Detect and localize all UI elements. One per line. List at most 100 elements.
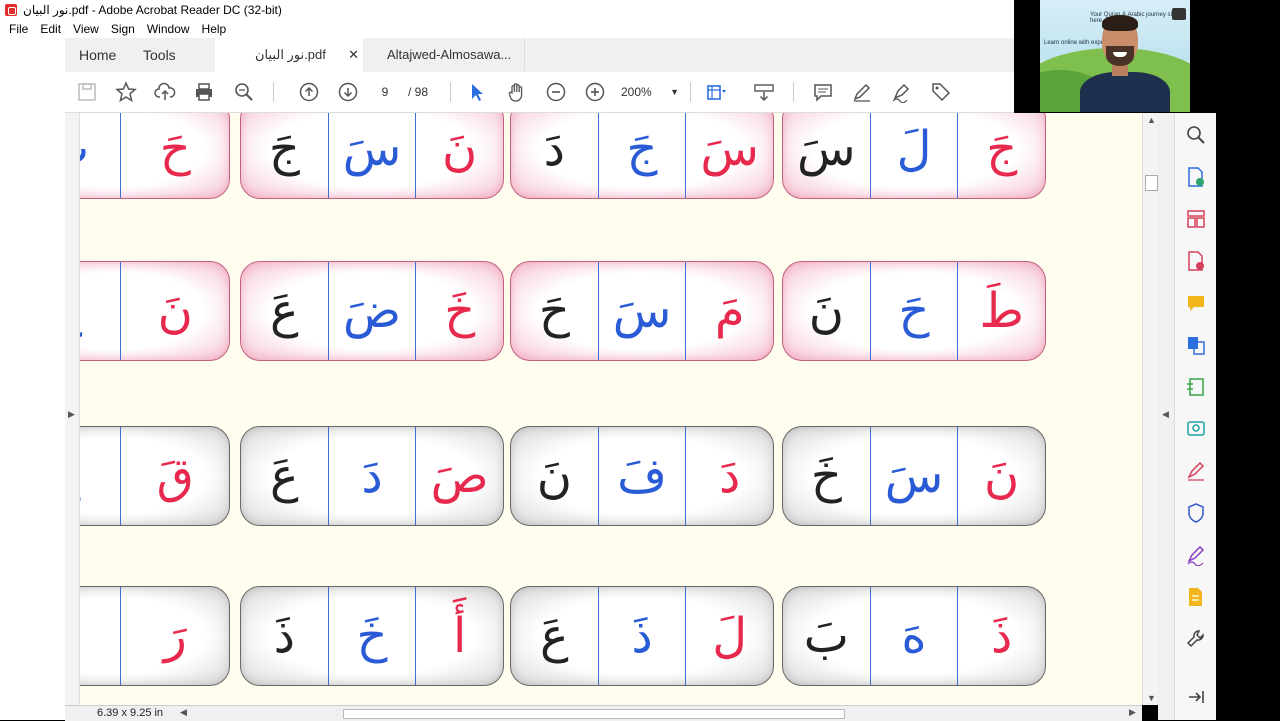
letter-cell: خَ	[415, 262, 503, 360]
letter-cell: نَ	[120, 262, 229, 360]
tab-tools[interactable]: Tools	[143, 38, 176, 72]
letter-cell: حَ	[869, 262, 958, 360]
search-icon[interactable]	[1184, 123, 1208, 147]
letter-cell: بَ	[80, 113, 120, 198]
letter-cell: سَ	[597, 262, 686, 360]
scroll-right-icon[interactable]: ▶	[1129, 707, 1136, 718]
more-tools-wrench-icon[interactable]	[1184, 627, 1208, 651]
document-viewer[interactable]: بَحَجَسَنَدَجَسَسَلَجَخَنَعَضَخَحَسَمَنَ…	[80, 113, 1142, 705]
prepare-form-icon[interactable]	[1184, 585, 1208, 609]
send-for-review-icon[interactable]	[1184, 417, 1208, 441]
presenter-hair	[1102, 15, 1138, 31]
save-icon[interactable]	[75, 80, 99, 104]
toolbar-separator	[450, 82, 451, 102]
combine-files-icon[interactable]	[1184, 333, 1208, 357]
tab-bar: Home Tools نور البيان.pdf ✕ Altajwed-Alm…	[65, 38, 1014, 73]
scroll-up-icon[interactable]: ▲	[1147, 115, 1156, 125]
letter-cell: ضَ	[327, 262, 416, 360]
chevron-down-icon: ▼	[670, 87, 679, 97]
menu-window[interactable]: Window	[147, 22, 190, 36]
search-zoom-icon[interactable]	[232, 80, 256, 104]
acrobat-app-icon	[5, 4, 17, 16]
horizontal-scroll-thumb[interactable]	[343, 709, 845, 719]
chevron-right-icon[interactable]: ▶	[68, 409, 75, 420]
print-icon[interactable]	[192, 80, 216, 104]
letter-cell: ذَ	[597, 587, 686, 685]
close-tab-icon[interactable]: ✕	[348, 47, 359, 63]
letter-cell: دَ	[327, 427, 416, 525]
letter-card: عَ ذَ لَ	[510, 586, 774, 686]
fit-page-icon[interactable]	[703, 80, 727, 104]
highlight-pen-icon[interactable]	[850, 80, 874, 104]
left-navigation-pane-toggle[interactable]: ▶	[65, 113, 80, 705]
menu-view[interactable]: View	[73, 22, 99, 36]
zoom-in-icon[interactable]	[583, 80, 607, 104]
tab-home[interactable]: Home	[79, 38, 116, 72]
chevron-left-icon[interactable]: ◀	[1162, 409, 1169, 420]
scroll-down-icon[interactable]: ▼	[1147, 693, 1156, 703]
letter-cell: نَ	[415, 113, 503, 198]
protect-shield-icon[interactable]	[1184, 501, 1208, 525]
acrobat-window: نور البيان.pdf - Adobe Acrobat Reader DC…	[0, 0, 1142, 721]
letter-cell: رَ	[120, 587, 229, 685]
scroll-left-icon[interactable]: ◀	[180, 707, 187, 718]
menu-help[interactable]: Help	[202, 22, 227, 36]
create-pdf-icon[interactable]	[1184, 249, 1208, 273]
hand-tool-icon[interactable]	[505, 80, 529, 104]
letter-card: سَ لَ جَ	[782, 113, 1046, 199]
letter-cell: دَ	[685, 427, 773, 525]
sign-pen-icon[interactable]	[889, 80, 913, 104]
letter-cell: عَ	[270, 448, 299, 504]
letter-cell: نَ	[536, 448, 572, 504]
select-cursor-icon[interactable]	[465, 80, 489, 104]
window-title: نور البيان.pdf - Adobe Acrobat Reader DC…	[23, 3, 282, 17]
tab-document-active[interactable]: نور البيان.pdf ✕	[215, 38, 363, 72]
letter-cell: عَ	[80, 427, 120, 525]
letter-card: ذَ خَ أَ	[240, 586, 504, 686]
letter-cell: خَ	[810, 448, 842, 504]
window-left-area	[0, 38, 65, 720]
title-bar: نور البيان.pdf - Adobe Acrobat Reader DC…	[0, 0, 1014, 20]
letter-cell: سَ	[869, 427, 958, 525]
zoom-level-dropdown[interactable]: 200% ▼	[621, 83, 683, 101]
bookmark-star-icon[interactable]	[114, 80, 138, 104]
keyboard-scroll-icon[interactable]	[752, 80, 776, 104]
menu-sign[interactable]: Sign	[111, 22, 135, 36]
fill-sign-icon[interactable]	[1184, 459, 1208, 483]
tag-more-tools-icon[interactable]	[929, 80, 953, 104]
letter-card: نَ فَ دَ	[510, 426, 774, 526]
letter-cell: زَ	[80, 587, 120, 685]
cloud-upload-icon[interactable]	[153, 80, 177, 104]
organize-pages-icon[interactable]	[1184, 207, 1208, 231]
page-number-input[interactable]: 9	[372, 83, 398, 101]
letter-cell: نَ	[808, 283, 844, 339]
toolbar-separator	[793, 82, 794, 102]
letter-cell: خَ	[327, 587, 416, 685]
letter-cell: نَ	[957, 427, 1045, 525]
letter-cell: جَ	[597, 113, 686, 198]
collapse-pane-icon[interactable]	[1184, 685, 1208, 709]
vertical-scrollbar[interactable]: ▲ ▼	[1142, 113, 1159, 705]
export-pdf-icon[interactable]	[1184, 165, 1208, 189]
tab-document-2[interactable]: Altajwed-Almosawa...	[365, 38, 525, 71]
letter-card: عَقَ	[80, 426, 230, 526]
presenter-body	[1080, 72, 1170, 112]
previous-page-icon[interactable]	[297, 80, 321, 104]
vertical-scroll-thumb[interactable]	[1145, 175, 1158, 191]
right-pane-toggle[interactable]: ◀	[1158, 113, 1174, 720]
menu-file[interactable]: File	[9, 22, 28, 36]
request-signature-icon[interactable]	[1184, 543, 1208, 567]
add-comment-icon[interactable]	[1184, 291, 1208, 315]
zoom-out-icon[interactable]	[544, 80, 568, 104]
letter-cell: حَ	[120, 113, 229, 198]
letter-cell: عَ	[270, 283, 299, 339]
compress-pdf-icon[interactable]	[1184, 375, 1208, 399]
letter-cell: عَ	[540, 608, 569, 664]
letter-cell: طَ	[957, 262, 1045, 360]
menu-edit[interactable]: Edit	[40, 22, 61, 36]
letter-cell: مَ	[685, 262, 773, 360]
next-page-icon[interactable]	[336, 80, 360, 104]
comment-icon[interactable]	[811, 80, 835, 104]
tab-document-label: نور البيان.pdf	[255, 47, 326, 62]
letter-card: دَ جَ سَ	[510, 113, 774, 199]
